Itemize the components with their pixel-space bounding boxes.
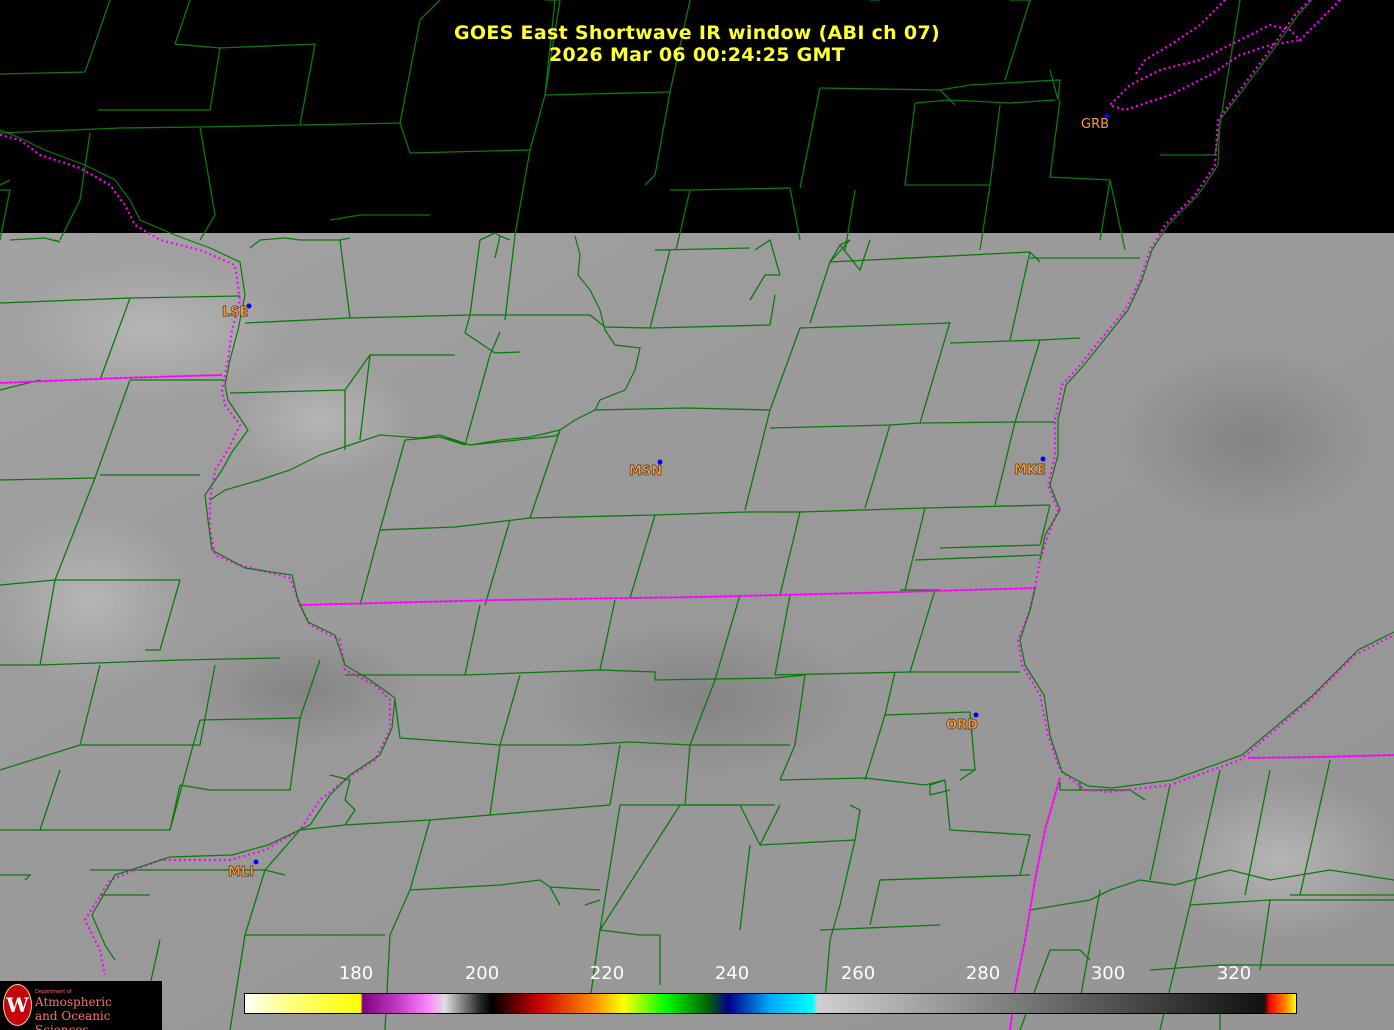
colorbar-tick-label: 200 <box>464 963 500 984</box>
satellite-map <box>0 0 1394 1030</box>
station-label-lse: LSE <box>222 305 249 320</box>
colorbar-tick-label: 280 <box>965 963 1001 984</box>
aos-logo: W Department of Atmospheric and Oceanic … <box>0 981 162 1030</box>
colorbar-tick-label: 320 <box>1216 963 1252 984</box>
cloud-patch <box>1120 350 1380 530</box>
station-dot-mli <box>253 859 259 865</box>
logo-text-line1: Atmospheric <box>35 995 112 1009</box>
station-label-ord: ORD <box>946 718 978 733</box>
colorbar-tick-label: 300 <box>1090 963 1126 984</box>
cloud-patch <box>1160 780 1394 940</box>
cloud-patch <box>10 260 290 400</box>
satellite-map-view: GOES East Shortwave IR window (ABI ch 07… <box>0 0 1394 1030</box>
map-title: GOES East Shortwave IR window (ABI ch 07… <box>454 22 940 44</box>
cloud-patch <box>230 360 410 480</box>
station-dot-ord <box>973 712 979 718</box>
logo-text-line2: and Oceanic Sciences <box>35 1009 111 1030</box>
station-label-grb: GRB <box>1081 117 1110 132</box>
station-dot-mke <box>1040 456 1046 462</box>
colorbar-tick-label: 260 <box>840 963 876 984</box>
station-label-mke: MKE <box>1014 463 1046 478</box>
map-timestamp: 2026 Mar 06 00:24:25 GMT <box>548 44 846 66</box>
colorbar-tick-label: 220 <box>589 963 625 984</box>
station-label-msn: MSN <box>629 464 663 479</box>
colorbar-tick-label: 180 <box>338 963 374 984</box>
cloud-patch <box>540 620 860 780</box>
temperature-colorbar <box>244 993 1297 1014</box>
colorbar-tick-label: 240 <box>714 963 750 984</box>
uw-crest-icon: W <box>3 984 32 1026</box>
station-label-mli: MLI <box>228 865 255 880</box>
